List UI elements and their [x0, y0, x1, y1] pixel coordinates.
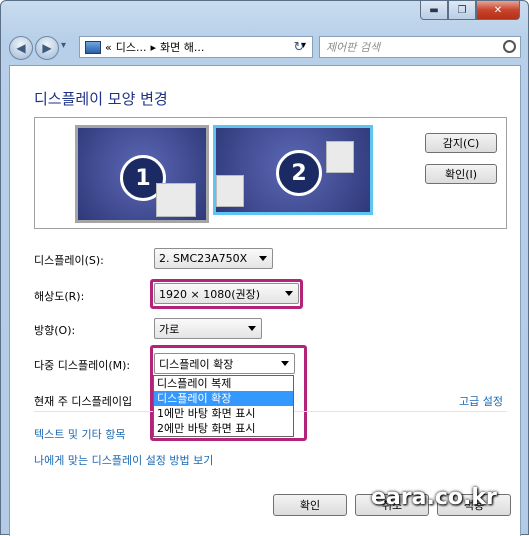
search-input[interactable]: 제어판 검색	[319, 36, 521, 58]
navigation-bar: ◀ ▶ ▾ « 디스... ▸ 화면 해... ▾ ↻ 제어판 검색	[9, 34, 521, 60]
monitor-arrangement: 1 2 감지(C) 확인(I)	[34, 117, 507, 229]
monitor-2-number: 2	[276, 150, 322, 196]
multi-display-label: 다중 디스플레이(M):	[34, 359, 131, 372]
desktop-window-thumbnail-icon	[156, 183, 196, 217]
advanced-settings-link[interactable]: 고급 설정	[459, 393, 503, 409]
dropdown-option-only-2[interactable]: 2에만 바탕 화면 표시	[154, 421, 293, 436]
window-thumbnail-icon-2	[216, 175, 244, 207]
close-button[interactable]: ✕	[476, 1, 520, 20]
main-display-text: 현재 주 디스플레이입	[34, 395, 133, 408]
chevron-down-icon	[281, 361, 289, 366]
watermark: eara.co.kr	[371, 485, 497, 510]
control-panel-window: ▬ ❐ ✕ ◀ ▶ ▾ « 디스... ▸ 화면 해... ▾ ↻ 제어판 검색…	[0, 0, 529, 536]
ok-button[interactable]: 확인	[273, 494, 347, 516]
back-arrow-icon: ◀	[16, 41, 26, 55]
orientation-value: 가로	[159, 322, 180, 336]
forward-button[interactable]: ▶	[35, 36, 59, 60]
chevron-down-icon	[285, 291, 293, 296]
chevron-down-icon	[248, 326, 256, 331]
recent-pages-dropdown-icon[interactable]: ▾	[61, 40, 66, 51]
orientation-select[interactable]: 가로	[154, 318, 262, 339]
display-label: 디스플레이(S):	[34, 254, 104, 267]
resolution-select[interactable]: 1920 × 1080(권장)	[154, 283, 299, 304]
dropdown-option-duplicate[interactable]: 디스플레이 복제	[154, 376, 293, 391]
breadcrumb-display[interactable]: 디스...	[116, 39, 147, 55]
breadcrumb-overflow[interactable]: «	[105, 41, 112, 54]
orientation-label: 방향(O):	[34, 324, 76, 337]
back-button[interactable]: ◀	[9, 36, 33, 60]
monitor-2[interactable]: 2	[213, 125, 373, 215]
resolution-label: 해상도(R):	[34, 290, 85, 303]
dropdown-option-only-1[interactable]: 1에만 바탕 화면 표시	[154, 406, 293, 421]
control-panel-icon	[85, 40, 101, 54]
refresh-icon: ↻	[293, 39, 305, 55]
text-size-link[interactable]: 텍스트 및 기타 항목	[34, 426, 125, 442]
page-title: 디스플레이 모양 변경	[34, 90, 168, 108]
display-select[interactable]: 2. SMC23A750X	[154, 248, 273, 269]
main-content: 디스플레이 모양 변경 1 2 감지(C) 확인(I) 디스플레이(S): 2.…	[9, 65, 521, 536]
monitor-1[interactable]: 1	[75, 125, 209, 223]
display-value: 2. SMC23A750X	[159, 252, 248, 265]
search-icon[interactable]	[503, 40, 516, 53]
refresh-button[interactable]: ↻	[288, 36, 310, 58]
address-bar[interactable]: « 디스... ▸ 화면 해... ▾	[79, 36, 313, 58]
search-placeholder: 제어판 검색	[326, 41, 381, 54]
multi-display-select[interactable]: 디스플레이 확장	[154, 353, 295, 374]
identify-button[interactable]: 확인(I)	[425, 164, 497, 184]
window-controls: ▬ ❐ ✕	[420, 1, 520, 20]
display-help-link[interactable]: 나에게 맞는 디스플레이 설정 방법 보기	[34, 452, 213, 468]
breadcrumb-separator-icon[interactable]: ▸	[150, 41, 156, 54]
breadcrumb-screen-resolution[interactable]: 화면 해...	[160, 39, 204, 55]
resolution-value: 1920 × 1080(권장)	[159, 287, 261, 301]
maximize-button[interactable]: ❐	[448, 1, 476, 20]
dropdown-option-extend[interactable]: 디스플레이 확장	[154, 391, 293, 406]
multi-display-dropdown[interactable]: 디스플레이 복제 디스플레이 확장 1에만 바탕 화면 표시 2에만 바탕 화면…	[153, 375, 294, 437]
chevron-down-icon	[259, 256, 267, 261]
forward-arrow-icon: ▶	[42, 41, 52, 55]
multi-display-value: 디스플레이 확장	[159, 357, 234, 371]
window-thumbnail-icon	[326, 141, 354, 173]
minimize-button[interactable]: ▬	[420, 1, 448, 20]
detect-button[interactable]: 감지(C)	[425, 133, 497, 153]
